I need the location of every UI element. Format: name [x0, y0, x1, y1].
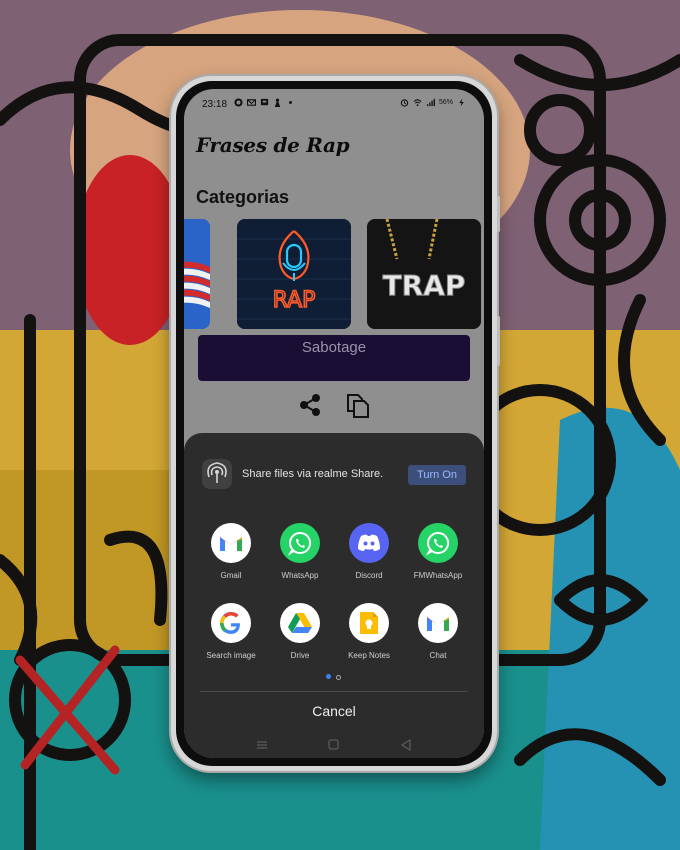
page-indicator: [326, 674, 341, 680]
category-card-rap[interactable]: RAP: [237, 219, 351, 329]
share-target-gmail[interactable]: Gmail: [196, 523, 266, 580]
discord-icon: [349, 523, 389, 563]
recents-icon[interactable]: [257, 741, 267, 749]
share-target-label: Gmail: [220, 571, 242, 580]
battery-percent: 56%: [438, 99, 453, 106]
share-icon[interactable]: [296, 391, 324, 419]
flag-image: [184, 219, 210, 329]
category-card-trap[interactable]: TRAP: [367, 219, 481, 329]
app-title: Frases de Rap: [196, 133, 350, 157]
back-icon[interactable]: [400, 738, 411, 752]
status-time: 23:18: [202, 99, 228, 110]
whatsapp-icon: [280, 523, 320, 563]
wifi-icon: [413, 99, 422, 107]
navigation-bar: [184, 735, 484, 755]
divider: [200, 691, 468, 692]
share-target-fmwhatsapp[interactable]: FMWhatsApp: [403, 523, 473, 580]
notification-icons: [234, 98, 295, 107]
home-icon[interactable]: [328, 739, 339, 750]
share-target-drive[interactable]: Drive: [265, 603, 335, 660]
turn-on-button[interactable]: Turn On: [408, 465, 466, 485]
message-icon: [260, 98, 269, 106]
page-dot-active[interactable]: [326, 674, 331, 679]
share-target-label: Chat: [429, 651, 447, 660]
phone-screen: 23:18 56% Frases de Rap Categorias RAP T…: [184, 89, 484, 758]
battery-icon: [459, 98, 464, 107]
gmail-chat-icon: [418, 603, 458, 643]
share-target-label: Keep Notes: [348, 651, 390, 660]
share-target-label: Drive: [290, 651, 310, 660]
share-target-label: Discord: [355, 571, 383, 580]
person-icon: [274, 98, 281, 107]
share-target-label: FMWhatsApp: [413, 571, 463, 580]
share-target-chat[interactable]: Chat: [403, 603, 473, 660]
google-icon: [211, 603, 251, 643]
trap-chain-text: TRAP: [383, 269, 466, 302]
keep-notes-icon: [349, 603, 389, 643]
cancel-button[interactable]: Cancel: [184, 703, 484, 719]
rap-neon-text: RAP: [273, 288, 316, 313]
fmwhatsapp-icon: [418, 523, 458, 563]
alarm-icon: [400, 99, 409, 107]
trap-chain-image: TRAP: [367, 219, 481, 329]
status-bar: 23:18 56%: [184, 89, 484, 119]
categories-carousel[interactable]: RAP TRAP: [184, 219, 484, 329]
share-target-search-image[interactable]: Search image: [196, 603, 266, 660]
share-target-label: Search image: [206, 651, 256, 660]
system-icons: 56%: [400, 98, 466, 107]
volume-button: [497, 196, 500, 232]
realme-share-icon: [202, 459, 232, 489]
rap-neon-image: RAP: [237, 219, 351, 329]
share-target-label: WhatsApp: [281, 571, 319, 580]
now-playing-title: Sabotage: [301, 339, 367, 356]
page-dot[interactable]: [336, 675, 341, 680]
drive-icon: [280, 603, 320, 643]
quote-actions: [184, 391, 484, 421]
dot-icon: [289, 101, 292, 104]
share-target-keep-notes[interactable]: Keep Notes: [334, 603, 404, 660]
realme-share-text: Share files via realme Share.: [242, 468, 384, 480]
section-title: Categorias: [196, 187, 290, 207]
gmail-icon: [211, 523, 251, 563]
whatsapp-icon: [234, 98, 243, 107]
mail-icon: [247, 99, 256, 106]
signal-icon: [426, 98, 435, 107]
share-target-discord[interactable]: Discord: [334, 523, 404, 580]
copy-icon[interactable]: [344, 391, 372, 419]
phone-frame: 23:18 56% Frases de Rap Categorias RAP T…: [171, 76, 500, 771]
share-sheet: Share files via realme Share. Turn On Gm…: [184, 433, 484, 758]
share-target-whatsapp[interactable]: WhatsApp: [265, 523, 335, 580]
realme-share-row: Share files via realme Share. Turn On: [202, 459, 468, 491]
category-card-flag[interactable]: [184, 219, 210, 329]
power-button: [497, 316, 500, 366]
now-playing-bar[interactable]: Sabotage: [198, 335, 470, 381]
